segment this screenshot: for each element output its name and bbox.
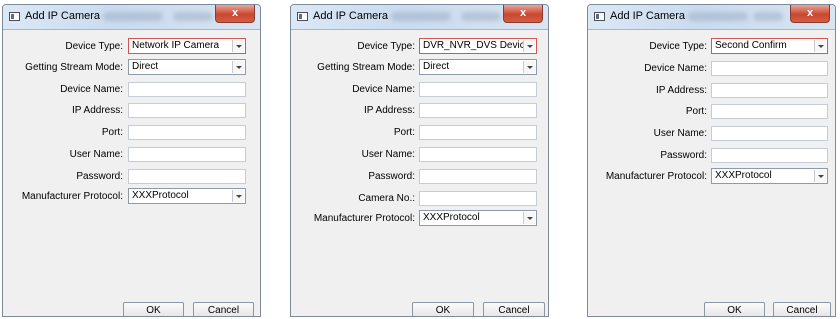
password-label: Password: — [660, 150, 707, 161]
user-name-field[interactable] — [128, 147, 246, 162]
manufacturer-protocol-select[interactable]: XXXProtocol — [128, 188, 246, 204]
stream-mode-label: Getting Stream Mode: — [25, 62, 123, 73]
device-name-field[interactable] — [419, 82, 537, 97]
port-field[interactable] — [419, 125, 537, 140]
add-ip-camera-dialog-1: Add IP Camera x Device Type: Network IP … — [2, 4, 261, 317]
window-icon — [297, 12, 308, 21]
password-field[interactable] — [128, 169, 246, 184]
password-field[interactable] — [419, 169, 537, 184]
stream-mode-select[interactable]: Direct — [128, 59, 246, 75]
stream-mode-value: Direct — [423, 61, 450, 72]
device-type-value: Network IP Camera — [132, 40, 220, 51]
blurred-title-text — [753, 12, 783, 21]
title-bar[interactable]: Add IP Camera x — [291, 5, 548, 30]
device-type-select[interactable]: Network IP Camera — [128, 38, 246, 54]
device-name-field[interactable] — [128, 82, 246, 97]
chevron-down-icon[interactable] — [523, 212, 535, 224]
user-name-label: User Name: — [653, 128, 707, 139]
add-ip-camera-dialog-3: Add IP Camera x Device Type: Second Conf… — [587, 4, 836, 317]
blurred-title-text — [688, 12, 748, 21]
user-name-field[interactable] — [419, 147, 537, 162]
password-label: Password: — [368, 171, 415, 182]
chevron-down-icon[interactable] — [232, 190, 244, 202]
user-name-field[interactable] — [711, 126, 828, 141]
port-label: Port: — [393, 127, 415, 138]
window-icon — [594, 12, 605, 21]
device-name-field[interactable] — [711, 61, 828, 76]
ip-address-field[interactable] — [128, 103, 246, 118]
ip-address-label: IP Address: — [364, 105, 415, 116]
port-field[interactable] — [128, 125, 246, 140]
manufacturer-protocol-select[interactable]: XXXProtocol — [419, 210, 537, 226]
manufacturer-protocol-label: Manufacturer Protocol: — [21, 191, 123, 202]
device-type-select[interactable]: Second Confirm — [711, 38, 828, 54]
blurred-title-text — [391, 12, 451, 21]
close-button[interactable]: x — [215, 5, 255, 23]
ok-button[interactable]: OK — [412, 302, 474, 316]
stream-mode-select[interactable]: Direct — [419, 59, 537, 75]
user-name-label: User Name: — [361, 149, 415, 160]
device-type-label: Device Type: — [65, 41, 123, 52]
close-button[interactable]: x — [503, 5, 543, 23]
device-type-value: Second Confirm — [715, 40, 787, 51]
device-type-select[interactable]: DVR_NVR_DVS Device — [419, 38, 537, 54]
manufacturer-protocol-select[interactable]: XXXProtocol — [711, 168, 828, 184]
device-type-label: Device Type: — [357, 41, 415, 52]
title-bar[interactable]: Add IP Camera x — [3, 5, 260, 30]
manufacturer-protocol-label: Manufacturer Protocol: — [313, 213, 415, 224]
dialog-title: Add IP Camera — [313, 10, 389, 22]
window-icon — [9, 12, 20, 21]
device-type-value: DVR_NVR_DVS Device — [423, 40, 531, 51]
chevron-down-icon[interactable] — [814, 40, 826, 52]
manufacturer-protocol-label: Manufacturer Protocol: — [605, 171, 707, 182]
dialog-title: Add IP Camera — [25, 10, 101, 22]
port-field[interactable] — [711, 104, 828, 119]
chevron-down-icon[interactable] — [814, 170, 826, 182]
cancel-button[interactable]: Cancel — [483, 302, 545, 316]
close-button[interactable]: x — [790, 5, 830, 23]
camera-no-label: Camera No.: — [358, 193, 415, 204]
ok-button[interactable]: OK — [123, 302, 184, 316]
password-label: Password: — [76, 171, 123, 182]
device-type-label: Device Type: — [649, 41, 707, 52]
ok-button[interactable]: OK — [704, 302, 765, 316]
dialog-title: Add IP Camera — [610, 10, 686, 22]
title-bar[interactable]: Add IP Camera x — [588, 5, 835, 30]
add-ip-camera-dialog-2: Add IP Camera x Device Type: DVR_NVR_DVS… — [290, 4, 549, 317]
password-field[interactable] — [711, 148, 828, 163]
manufacturer-protocol-value: XXXProtocol — [715, 170, 772, 181]
stream-mode-label: Getting Stream Mode: — [317, 62, 415, 73]
ip-address-field[interactable] — [419, 103, 537, 118]
blurred-title-text — [461, 12, 501, 21]
chevron-down-icon[interactable] — [523, 40, 535, 52]
stream-mode-value: Direct — [132, 61, 159, 72]
port-label: Port: — [101, 127, 123, 138]
cancel-button[interactable]: Cancel — [193, 302, 254, 316]
ip-address-label: IP Address: — [72, 105, 123, 116]
port-label: Port: — [685, 106, 707, 117]
chevron-down-icon[interactable] — [523, 61, 535, 73]
device-name-label: Device Name: — [644, 63, 707, 74]
chevron-down-icon[interactable] — [232, 61, 244, 73]
camera-no-field[interactable] — [419, 191, 537, 206]
manufacturer-protocol-value: XXXProtocol — [423, 212, 480, 223]
blurred-title-text — [173, 12, 213, 21]
ip-address-label: IP Address: — [656, 85, 707, 96]
user-name-label: User Name: — [69, 149, 123, 160]
chevron-down-icon[interactable] — [232, 40, 244, 52]
cancel-button[interactable]: Cancel — [773, 302, 831, 316]
manufacturer-protocol-value: XXXProtocol — [132, 190, 189, 201]
device-name-label: Device Name: — [60, 84, 123, 95]
blurred-title-text — [103, 12, 163, 21]
device-name-label: Device Name: — [352, 84, 415, 95]
ip-address-field[interactable] — [711, 83, 828, 98]
